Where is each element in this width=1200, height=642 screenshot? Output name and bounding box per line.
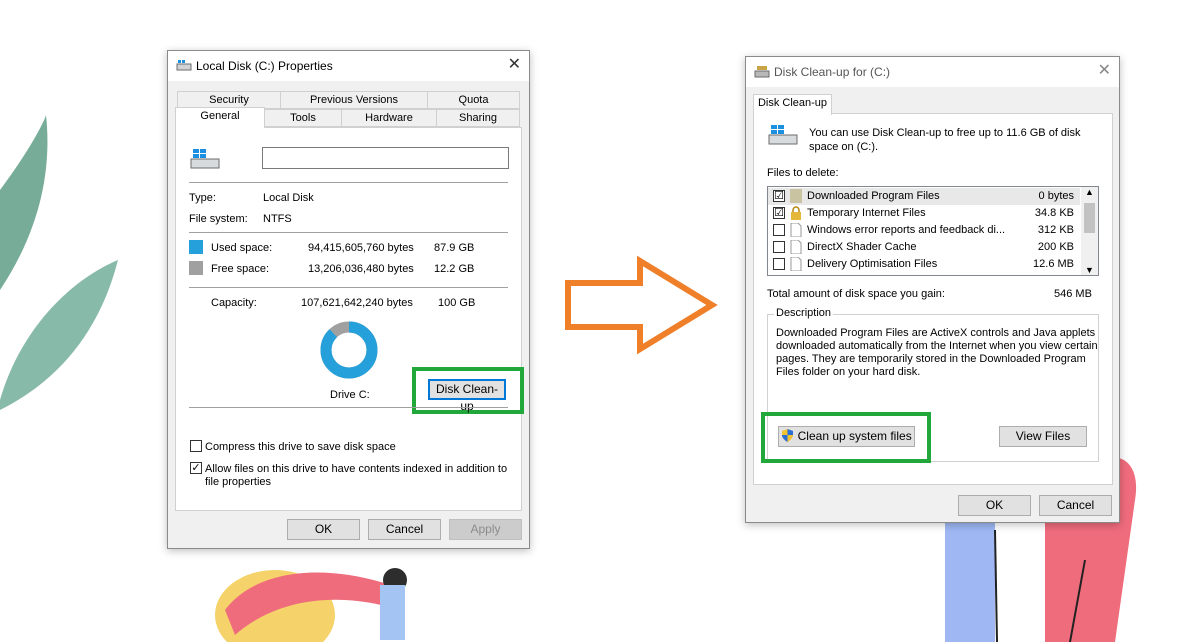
folder-icon (790, 189, 802, 203)
chevron-up-icon[interactable]: ▲ (1085, 187, 1094, 197)
apply-button[interactable]: Apply (449, 519, 522, 540)
drive-label: Drive C: (330, 389, 370, 401)
scrollbar-thumb[interactable] (1084, 203, 1095, 233)
list-item[interactable]: ☑ Downloaded Program Files 0 bytes (768, 188, 1080, 205)
free-space-bytes: 13,206,036,480 bytes (308, 263, 414, 275)
total-gain-label: Total amount of disk space you gain: (767, 288, 945, 300)
file-name: Downloaded Program Files (807, 190, 940, 202)
file-size: 200 KB (1037, 241, 1074, 253)
cancel-button[interactable]: Cancel (1039, 495, 1112, 516)
compress-label: Compress this drive to save disk space (205, 441, 396, 453)
drive-icon (176, 60, 192, 71)
tab-quota[interactable]: Quota (427, 91, 520, 109)
list-item[interactable]: Delivery Optimisation Files 12.6 MB (768, 256, 1080, 273)
tab-hardware[interactable]: Hardware (341, 109, 437, 127)
shield-icon (782, 429, 794, 442)
description-line2: downloaded automatically from the Intern… (776, 340, 1098, 352)
drive-name-input[interactable] (262, 147, 509, 169)
file-checkbox[interactable]: ☑ (773, 207, 785, 219)
description-line1: Downloaded Program Files are ActiveX con… (776, 327, 1096, 339)
files-list: ☑ Downloaded Program Files 0 bytes ☑ Tem… (767, 186, 1099, 276)
file-checkbox[interactable] (773, 241, 785, 253)
file-icon (790, 240, 802, 254)
disk-cleanup-window: Disk Clean-up for (C:) ✕ Disk Clean-up Y… (745, 56, 1120, 523)
compress-checkbox[interactable] (190, 440, 202, 452)
separator (189, 287, 508, 288)
close-icon[interactable]: ✕ (1098, 62, 1111, 80)
cleanup-icon (754, 66, 770, 78)
index-checkbox[interactable]: ✓ (190, 462, 202, 474)
file-name: DirectX Shader Cache (807, 241, 917, 253)
separator (189, 232, 508, 233)
used-color-swatch (189, 240, 203, 254)
title-bar: Disk Clean-up for (C:) ✕ (746, 57, 1119, 87)
file-name: Delivery Optimisation Files (807, 258, 938, 270)
file-checkbox[interactable]: ☑ (773, 190, 785, 202)
file-system-value: NTFS (263, 213, 292, 225)
file-size: 12.6 MB (1033, 258, 1074, 270)
total-gain-value: 546 MB (1054, 288, 1092, 300)
view-files-button[interactable]: View Files (999, 426, 1087, 447)
files-to-delete-label: Files to delete: (767, 167, 839, 179)
type-label: Type: (189, 192, 216, 204)
tab-disk-cleanup[interactable]: Disk Clean-up (753, 94, 832, 115)
file-size: 34.8 KB (1034, 207, 1074, 219)
cancel-button[interactable]: Cancel (368, 519, 441, 540)
used-space-label: Used space: (211, 242, 273, 254)
capacity-bytes: 107,621,642,240 bytes (301, 297, 413, 309)
file-size: 312 KB (1037, 224, 1074, 236)
leaf-decoration (0, 115, 118, 410)
file-name: Temporary Internet Files (807, 207, 926, 219)
chevron-down-icon[interactable]: ▼ (1085, 265, 1094, 275)
separator (189, 407, 508, 408)
used-space-arc (320, 321, 378, 379)
file-size: 0 bytes (1038, 190, 1074, 202)
drive-icon (190, 149, 220, 169)
description-line3: pages. They are temporarily stored in th… (776, 353, 1086, 365)
file-icon (790, 257, 802, 271)
list-item[interactable]: ☑ Temporary Internet Files 34.8 KB (768, 205, 1080, 222)
index-label-line1: Allow files on this drive to have conten… (205, 463, 508, 475)
disk-cleanup-button[interactable]: Disk Clean-up (428, 379, 506, 413)
disk-usage-donut (320, 321, 378, 379)
list-item[interactable]: DirectX Shader Cache 200 KB (768, 239, 1080, 256)
file-name: Windows error reports and feedback di... (807, 224, 1006, 236)
used-space-bytes: 94,415,605,760 bytes (308, 242, 414, 254)
arrow-right-icon (565, 255, 718, 355)
capacity-gb: 100 GB (438, 297, 476, 309)
disk-properties-window: Local Disk (C:) Properties ✕ Security Pr… (167, 50, 530, 549)
tab-sharing[interactable]: Sharing (436, 109, 520, 127)
list-item[interactable]: Windows error reports and feedback di...… (768, 222, 1080, 239)
free-space-gb: 12.2 GB (434, 263, 475, 275)
ok-button[interactable]: OK (958, 495, 1031, 516)
file-icon (790, 223, 802, 237)
tab-tools[interactable]: Tools (264, 109, 342, 127)
list-scrollbar[interactable]: ▲ ▼ (1081, 187, 1098, 275)
file-checkbox[interactable] (773, 258, 785, 270)
ok-button[interactable]: OK (287, 519, 360, 540)
capacity-label: Capacity: (211, 297, 257, 309)
clean-up-system-files-button[interactable]: Clean up system files (778, 426, 915, 447)
intro-text-line1: You can use Disk Clean-up to free up to … (809, 127, 1081, 139)
window-title: Disk Clean-up for (C:) (774, 65, 891, 79)
index-label-line2: file properties (205, 476, 272, 488)
hand-illustration (215, 568, 407, 642)
lock-icon (791, 206, 801, 220)
description-line4: Files folder on your hard disk. (776, 366, 921, 378)
tab-general[interactable]: General (175, 107, 265, 128)
tab-previous-versions[interactable]: Previous Versions (280, 91, 428, 109)
file-checkbox[interactable] (773, 224, 785, 236)
close-icon[interactable]: ✕ (508, 56, 521, 74)
title-bar: Local Disk (C:) Properties ✕ (168, 51, 529, 81)
window-title: Local Disk (C:) Properties (196, 59, 333, 73)
intro-text-line2: space on (C:). (809, 141, 879, 153)
file-system-label: File system: (189, 213, 248, 225)
drive-icon (768, 125, 798, 145)
type-value: Local Disk (263, 192, 314, 204)
separator (189, 182, 508, 183)
free-space-label: Free space: (211, 263, 270, 275)
used-space-gb: 87.9 GB (434, 242, 475, 254)
description-label: Description (774, 307, 834, 319)
free-color-swatch (189, 261, 203, 275)
